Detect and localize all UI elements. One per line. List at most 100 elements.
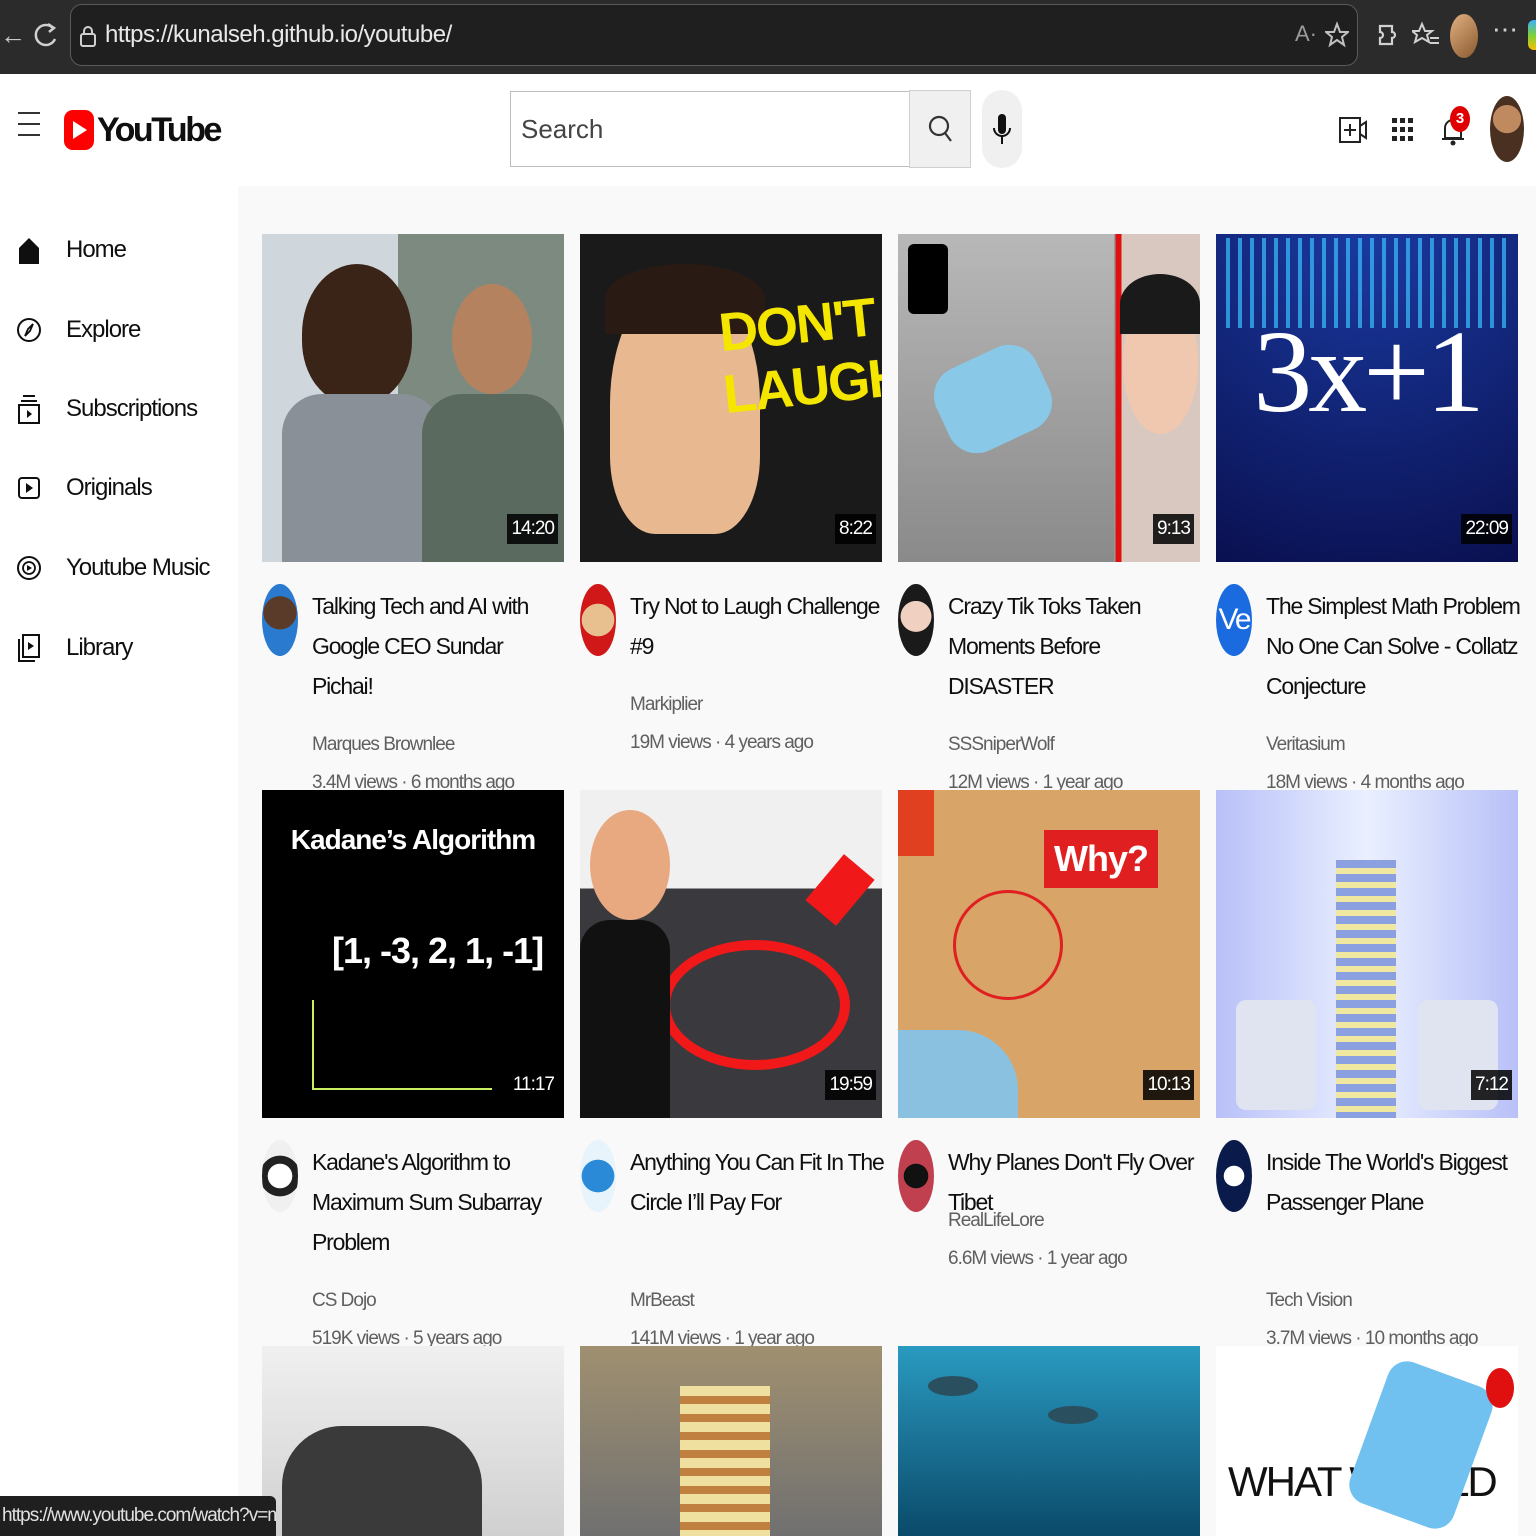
video-thumbnail[interactable]: DON'T LAUGH 8:22 <box>580 234 882 562</box>
search-input[interactable] <box>511 92 909 166</box>
video-duration: 19:59 <box>825 1070 876 1100</box>
channel-name[interactable]: CS Dojo <box>312 1290 377 1312</box>
extension-icon[interactable] <box>1372 18 1400 52</box>
video-thumbnail[interactable] <box>580 1346 882 1536</box>
video-thumbnail[interactable]: 3x+1 22:09 <box>1216 234 1518 562</box>
video-title[interactable]: Anything You Can Fit In The Circle I’ll … <box>630 1142 885 1222</box>
favorites-icon[interactable] <box>1412 18 1440 52</box>
subscriptions-icon <box>18 395 40 424</box>
video-duration: 14:20 <box>507 514 558 544</box>
video-thumbnail[interactable]: 14:20 <box>262 234 564 562</box>
compass-icon <box>17 318 41 342</box>
sidebar-item-subscriptions[interactable]: Subscriptions <box>0 379 238 439</box>
logo-text: YouTube <box>97 110 222 149</box>
video-title[interactable]: Inside The World's Biggest Passenger Pla… <box>1266 1142 1520 1222</box>
music-icon <box>17 556 41 580</box>
video-thumbnail[interactable] <box>262 1346 564 1536</box>
read-aloud-icon[interactable]: A· <box>1295 21 1317 47</box>
lock-icon[interactable] <box>79 25 97 47</box>
sidebar-item-label: Subscriptions <box>66 395 198 422</box>
channel-name[interactable]: Veritasium <box>1266 734 1346 756</box>
video-thumbnail[interactable]: Why? 10:13 <box>898 790 1200 1118</box>
video-thumbnail[interactable]: 9:13 <box>898 234 1200 562</box>
url-text[interactable]: https://kunalseh.github.io/youtube/ <box>105 21 452 49</box>
video-grid: 14:20 Talking Tech and AI with Google CE… <box>238 186 1536 1536</box>
more-options-icon[interactable]: ⋯ <box>1492 14 1519 45</box>
video-meta: 6.6M views · 1 year ago <box>948 1248 1128 1269</box>
channel-avatar[interactable]: Ve <box>1216 584 1252 656</box>
sidebar-item-home[interactable]: Home <box>0 220 238 280</box>
video-duration: 10:13 <box>1143 1070 1194 1100</box>
channel-avatar[interactable] <box>1216 1140 1252 1212</box>
thumbnail-text: Why? <box>1044 830 1158 888</box>
notification-count-badge: 3 <box>1450 106 1470 132</box>
channel-name[interactable]: SSSniperWolf <box>948 734 1055 756</box>
sidebar-item-label: Originals <box>66 474 153 501</box>
home-icon <box>19 238 39 264</box>
copilot-icon[interactable] <box>1528 20 1536 50</box>
search-icon <box>928 115 952 142</box>
create-video-icon[interactable] <box>1338 112 1368 148</box>
video-title[interactable]: Crazy Tik Toks Taken Moments Before DISA… <box>948 586 1202 706</box>
channel-avatar[interactable] <box>580 584 616 656</box>
sidebar-item-youtube-music[interactable]: Youtube Music <box>0 538 238 598</box>
video-thumbnail[interactable]: 7:12 <box>1216 790 1518 1118</box>
library-icon <box>18 634 40 662</box>
sidebar: Home Explore Subscriptions Originals You… <box>0 186 238 1496</box>
search-box <box>510 91 910 167</box>
reload-icon[interactable] <box>32 19 60 51</box>
sidebar-item-label: Library <box>66 634 133 661</box>
status-bar-link-preview: https://www.youtube.com/watch?v=mPCRAo9S… <box>0 1496 276 1536</box>
channel-name[interactable]: Marques Brownlee <box>312 734 455 756</box>
microphone-icon <box>993 114 1011 144</box>
channel-name[interactable]: Tech Vision <box>1266 1290 1353 1312</box>
address-bar[interactable]: https://kunalseh.github.io/youtube/ A· <box>70 4 1358 66</box>
sidebar-item-label: Explore <box>66 316 141 343</box>
sidebar-item-label: Youtube Music <box>66 554 211 581</box>
video-title[interactable]: Kadane's Algorithm to Maximum Sum Subarr… <box>312 1142 566 1262</box>
video-duration: 22:09 <box>1461 514 1512 544</box>
video-title[interactable]: The Simplest Math Problem No One Can Sol… <box>1266 586 1521 706</box>
video-title[interactable]: Try Not to Laugh Challenge #9 <box>630 586 884 666</box>
thumbnail-text: Kadane’s Algorithm <box>290 824 536 855</box>
video-title[interactable]: Talking Tech and AI with Google CEO Sund… <box>312 586 566 706</box>
channel-avatar[interactable] <box>262 584 298 656</box>
video-duration: 9:13 <box>1153 514 1194 544</box>
video-duration: 7:12 <box>1471 1070 1512 1100</box>
video-thumbnail[interactable]: 19:59 <box>580 790 882 1118</box>
sidebar-item-label: Home <box>66 236 127 263</box>
sidebar-item-library[interactable]: Library <box>0 618 238 678</box>
channel-avatar[interactable] <box>898 1140 934 1212</box>
youtube-play-logo-icon <box>64 110 94 150</box>
ted-ed-badge <box>1486 1368 1514 1408</box>
user-avatar[interactable] <box>1490 96 1524 162</box>
sidebar-item-explore[interactable]: Explore <box>0 300 238 360</box>
video-meta: 19M views · 4 years ago <box>630 732 814 753</box>
apps-grid-icon[interactable] <box>1388 112 1418 148</box>
video-thumbnail[interactable]: WHAT WOULD <box>1216 1346 1518 1536</box>
browser-profile-avatar[interactable] <box>1450 14 1478 58</box>
voice-search-button[interactable] <box>982 90 1022 168</box>
thumbnail-text: DON'T LAUGH <box>716 287 882 426</box>
channel-name[interactable]: Markiplier <box>630 694 703 716</box>
video-thumbnail[interactable] <box>898 1346 1200 1536</box>
channel-avatar[interactable] <box>898 584 934 656</box>
video-thumbnail[interactable]: Kadane’s Algorithm [1, -3, 2, 1, -1] 11:… <box>262 790 564 1118</box>
channel-avatar[interactable] <box>580 1140 616 1212</box>
thumbnail-array: [1, -3, 2, 1, -1] <box>332 930 544 971</box>
video-duration: 8:22 <box>835 514 876 544</box>
hamburger-menu-icon[interactable] <box>18 112 40 140</box>
video-duration: 11:17 <box>508 1070 558 1100</box>
channel-avatar[interactable] <box>262 1140 298 1212</box>
thumbnail-text: 3x+1 <box>1253 306 1485 437</box>
search-button[interactable] <box>909 90 971 168</box>
channel-name[interactable]: MrBeast <box>630 1290 695 1312</box>
youtube-header: YouTube 3 <box>0 74 1536 186</box>
sidebar-item-originals[interactable]: Originals <box>0 458 238 518</box>
originals-icon <box>18 477 40 499</box>
browser-toolbar: ← https://kunalseh.github.io/youtube/ A·… <box>0 0 1536 74</box>
favorite-star-icon[interactable] <box>1325 21 1349 49</box>
youtube-logo[interactable]: YouTube <box>64 110 222 150</box>
channel-name[interactable]: RealLifeLore <box>948 1210 1045 1232</box>
back-arrow-icon[interactable]: ← <box>0 20 26 50</box>
